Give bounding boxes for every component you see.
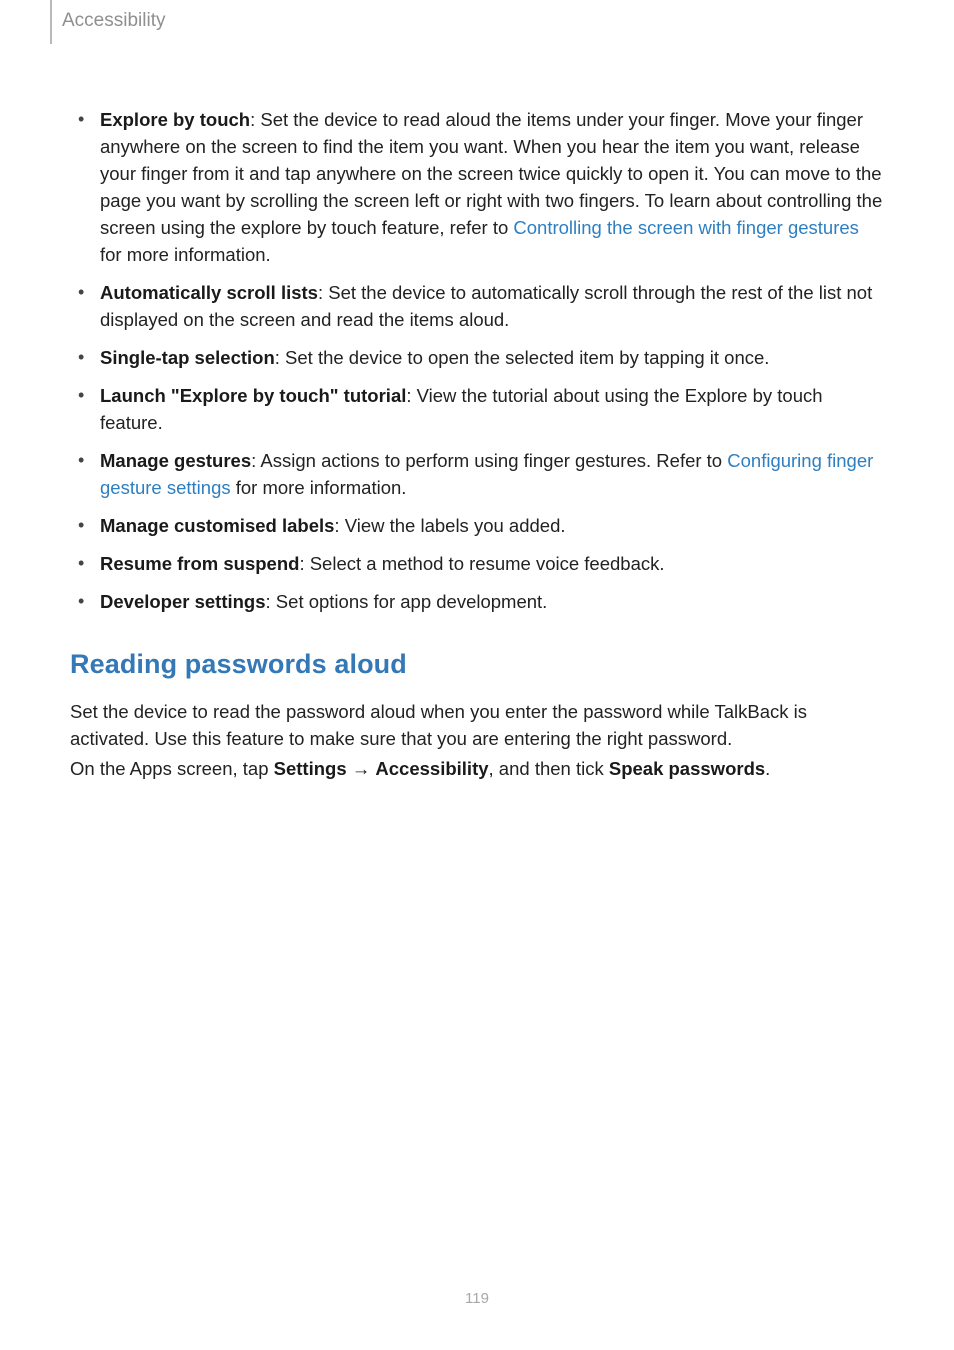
bold-text: Accessibility: [375, 758, 488, 779]
item-text: : Assign actions to perform using finger…: [251, 450, 727, 471]
item-title: Single-tap selection: [100, 347, 275, 368]
item-text: : Set the device to open the selected it…: [275, 347, 770, 368]
bold-text: Speak passwords: [609, 758, 765, 779]
item-text: : Select a method to resume voice feedba…: [299, 553, 664, 574]
item-text: for more information.: [231, 477, 407, 498]
content-body: Explore by touch: Set the device to read…: [70, 106, 884, 785]
list-item: Manage gestures: Assign actions to perfo…: [70, 447, 884, 501]
list-item: Developer settings: Set options for app …: [70, 588, 884, 615]
list-item: Resume from suspend: Select a method to …: [70, 550, 884, 577]
item-title: Manage customised labels: [100, 515, 334, 536]
item-title: Developer settings: [100, 591, 266, 612]
text: On the Apps screen, tap: [70, 758, 274, 779]
paragraph: On the Apps screen, tap Settings → Acces…: [70, 755, 884, 782]
page-number: 119: [0, 1288, 954, 1310]
item-title: Launch "Explore by touch" tutorial: [100, 385, 406, 406]
header-section-title: Accessibility: [62, 7, 165, 35]
list-item: Manage customised labels: View the label…: [70, 512, 884, 539]
list-item: Single-tap selection: Set the device to …: [70, 344, 884, 371]
list-item: Launch "Explore by touch" tutorial: View…: [70, 382, 884, 436]
item-text: for more information.: [100, 244, 271, 265]
item-text: : View the labels you added.: [334, 515, 565, 536]
link-controlling-screen[interactable]: Controlling the screen with finger gestu…: [513, 217, 859, 238]
item-title: Resume from suspend: [100, 553, 299, 574]
paragraph: Set the device to read the password alou…: [70, 698, 884, 752]
item-title: Automatically scroll lists: [100, 282, 318, 303]
section-heading: Reading passwords aloud: [70, 645, 884, 684]
item-text: : Set options for app development.: [266, 591, 548, 612]
item-title: Manage gestures: [100, 450, 251, 471]
text: .: [765, 758, 770, 779]
item-title: Explore by touch: [100, 109, 250, 130]
header-divider: [50, 0, 52, 44]
page: Accessibility Explore by touch: Set the …: [0, 0, 954, 1350]
bold-text: Settings: [274, 758, 347, 779]
list-item: Automatically scroll lists: Set the devi…: [70, 279, 884, 333]
bullet-list: Explore by touch: Set the device to read…: [70, 106, 884, 615]
text: , and then tick: [489, 758, 609, 779]
arrow-text: →: [347, 758, 376, 779]
list-item: Explore by touch: Set the device to read…: [70, 106, 884, 268]
